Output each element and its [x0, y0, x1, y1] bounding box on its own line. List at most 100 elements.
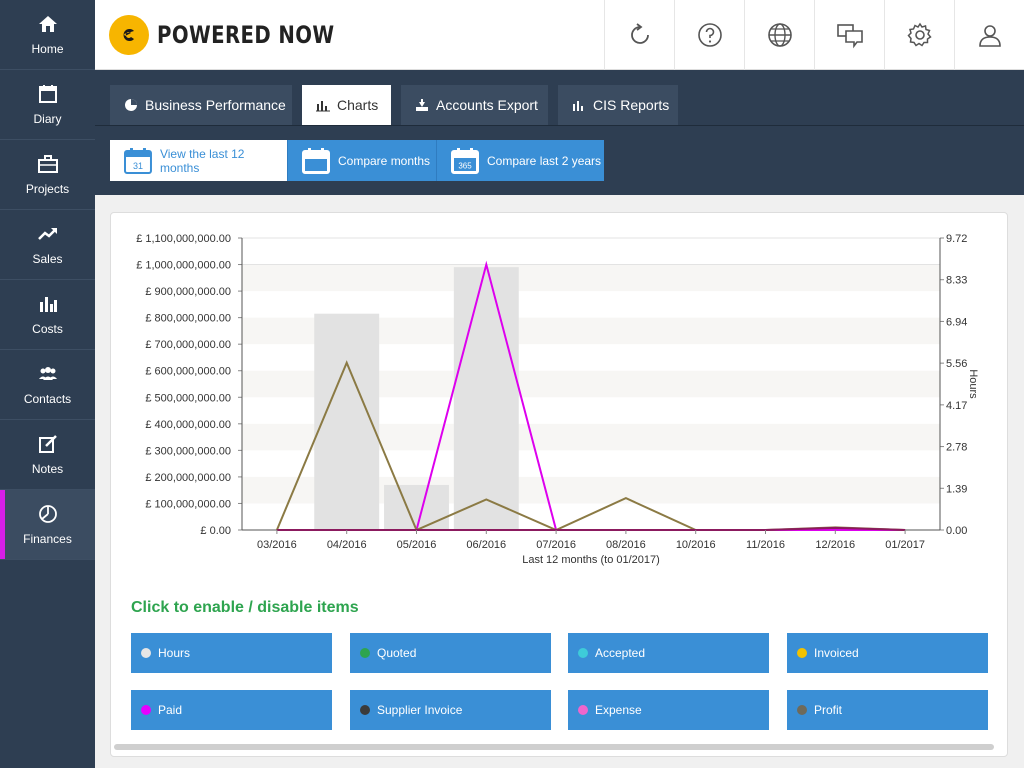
x-tick-label: 05/2016 — [397, 539, 437, 551]
legend-label: Accepted — [595, 646, 646, 660]
subtab-last-12-months[interactable]: 31 View the last 12 months — [110, 140, 288, 181]
svg-text:365: 365 — [458, 161, 472, 170]
settings-button[interactable] — [884, 0, 954, 70]
sidebar-item-label: Finances — [23, 532, 72, 546]
legend-label: Supplier Invoice — [377, 703, 463, 717]
tab-label: Charts — [337, 97, 379, 113]
tab-bar: Business Performance Charts Accounts Exp… — [95, 70, 1024, 195]
globe-icon — [767, 23, 792, 47]
bar-chart-icon — [37, 293, 59, 315]
people-icon — [37, 363, 59, 385]
pie-chart-icon — [37, 503, 59, 525]
calendar-icon — [302, 147, 330, 174]
subtab-label: View the last 12 months — [159, 146, 245, 175]
tab-divider — [95, 125, 1024, 126]
sidebar: Home Diary Projects Sales Costs Contacts — [0, 0, 95, 768]
tab-accounts-export[interactable]: Accounts Export — [401, 85, 548, 125]
x-tick-label: 01/2017 — [885, 539, 925, 551]
left-tick-label: £ 200,000,000.00 — [145, 472, 231, 484]
legend-toggle-accepted[interactable]: Accepted — [568, 633, 769, 673]
x-tick-label: 07/2016 — [536, 539, 576, 551]
right-tick-label: 2.78 — [946, 442, 967, 454]
home-icon — [37, 13, 59, 35]
chart-card: £ 0.00 £ 100,000,000.00 £ 200,000,000.00 £ … — [110, 212, 1008, 757]
download-icon — [416, 99, 428, 111]
legend-toggle-invoiced[interactable]: Invoiced — [787, 633, 988, 673]
right-tick-label: 0.00 — [946, 525, 967, 537]
left-tick-label: £ 900,000,000.00 — [145, 286, 231, 298]
calendar-icon — [37, 83, 59, 105]
gear-icon — [906, 22, 932, 47]
legend-toggle-paid[interactable]: Paid — [131, 690, 332, 730]
x-tick-label: 11/2016 — [746, 539, 785, 551]
logo[interactable]: POWERED NOW — [109, 15, 373, 55]
sidebar-item-contacts[interactable]: Contacts — [0, 350, 95, 420]
left-tick-label: £ 500,000,000.00 — [145, 392, 231, 404]
subtab-compare-2-years[interactable]: 365 Compare last 2 years — [437, 140, 604, 181]
left-tick-label: £ 1,000,000,000.00 — [136, 260, 231, 272]
sidebar-item-sales[interactable]: Sales — [0, 210, 95, 280]
chat-icon — [836, 24, 863, 49]
refresh-icon — [630, 23, 649, 44]
x-tick-label: 10/2016 — [676, 539, 716, 551]
subtab-compare-months[interactable]: Compare months — [288, 140, 437, 181]
subtab-label: Compare months — [338, 153, 431, 168]
legend-label: Paid — [158, 703, 183, 717]
left-tick-label: £ 800,000,000.00 — [145, 313, 231, 325]
legend-toggle-quoted[interactable]: Quoted — [350, 633, 551, 673]
sidebar-item-notes[interactable]: Notes — [0, 420, 95, 490]
tab-cis-reports[interactable]: CIS Reports — [558, 85, 678, 125]
right-axis-label: Hours — [967, 369, 979, 399]
legend-toggle-expense[interactable]: Expense — [568, 690, 769, 730]
subtab-label: Compare last 2 years — [487, 153, 602, 168]
help-icon — [697, 23, 722, 47]
legend-label: Quoted — [377, 646, 417, 660]
legend-color-dot — [360, 705, 370, 715]
trend-icon — [37, 223, 59, 245]
sidebar-item-label: Costs — [32, 322, 63, 336]
left-tick-label: £ 0.00 — [200, 525, 231, 537]
tab-label: Business Performance — [145, 97, 286, 113]
left-tick-label: £ 700,000,000.00 — [145, 339, 231, 351]
legend-color-dot — [360, 648, 370, 658]
refresh-button[interactable] — [604, 0, 674, 70]
right-tick-label: 4.17 — [946, 400, 967, 412]
grid-band — [242, 264, 940, 292]
note-edit-icon — [37, 433, 59, 455]
legend-toggle-supplier-invoice[interactable]: Supplier Invoice — [350, 690, 551, 730]
sidebar-item-projects[interactable]: Projects — [0, 140, 95, 210]
sidebar-item-diary[interactable]: Diary — [0, 70, 95, 140]
right-tick-label: 1.39 — [946, 483, 967, 495]
sidebar-item-label: Notes — [31, 462, 64, 476]
right-tick-label: 6.94 — [946, 316, 967, 328]
x-tick-label: 03/2016 — [257, 539, 297, 551]
messages-button[interactable] — [814, 0, 884, 70]
sidebar-item-label: Contacts — [23, 392, 72, 406]
legend-color-dot — [141, 705, 151, 715]
horizontal-scrollbar[interactable] — [114, 744, 994, 750]
finance-chart: £ 0.00 £ 100,000,000.00 £ 200,000,000.00 £ … — [136, 233, 979, 566]
help-button[interactable] — [674, 0, 744, 70]
account-button[interactable] — [954, 0, 1024, 70]
tab-business-performance[interactable]: Business Performance — [110, 85, 292, 125]
x-tick-label: 04/2016 — [327, 539, 367, 551]
tab-label: Accounts Export — [436, 97, 538, 113]
x-tick-label: 08/2016 — [606, 539, 646, 551]
legend-color-dot — [578, 705, 588, 715]
sidebar-item-finances[interactable]: Finances — [0, 490, 95, 560]
right-tick-label: 9.72 — [946, 233, 967, 245]
pie-chart-icon — [125, 99, 137, 111]
sidebar-item-home[interactable]: Home — [0, 0, 95, 70]
top-header: POWERED NOW — [95, 0, 1024, 70]
bar-hours — [453, 267, 519, 530]
language-button[interactable] — [744, 0, 814, 70]
legend-toggle-hours[interactable]: Hours — [131, 633, 332, 673]
sidebar-item-costs[interactable]: Costs — [0, 280, 95, 350]
tab-charts[interactable]: Charts — [302, 85, 391, 125]
legend-toggle-profit[interactable]: Profit — [787, 690, 988, 730]
bar-hours — [314, 313, 380, 530]
left-tick-label: £ 600,000,000.00 — [145, 366, 231, 378]
legend-color-dot — [797, 705, 807, 715]
legend-label: Profit — [814, 703, 843, 717]
calendar-365-icon: 365 — [451, 147, 479, 174]
